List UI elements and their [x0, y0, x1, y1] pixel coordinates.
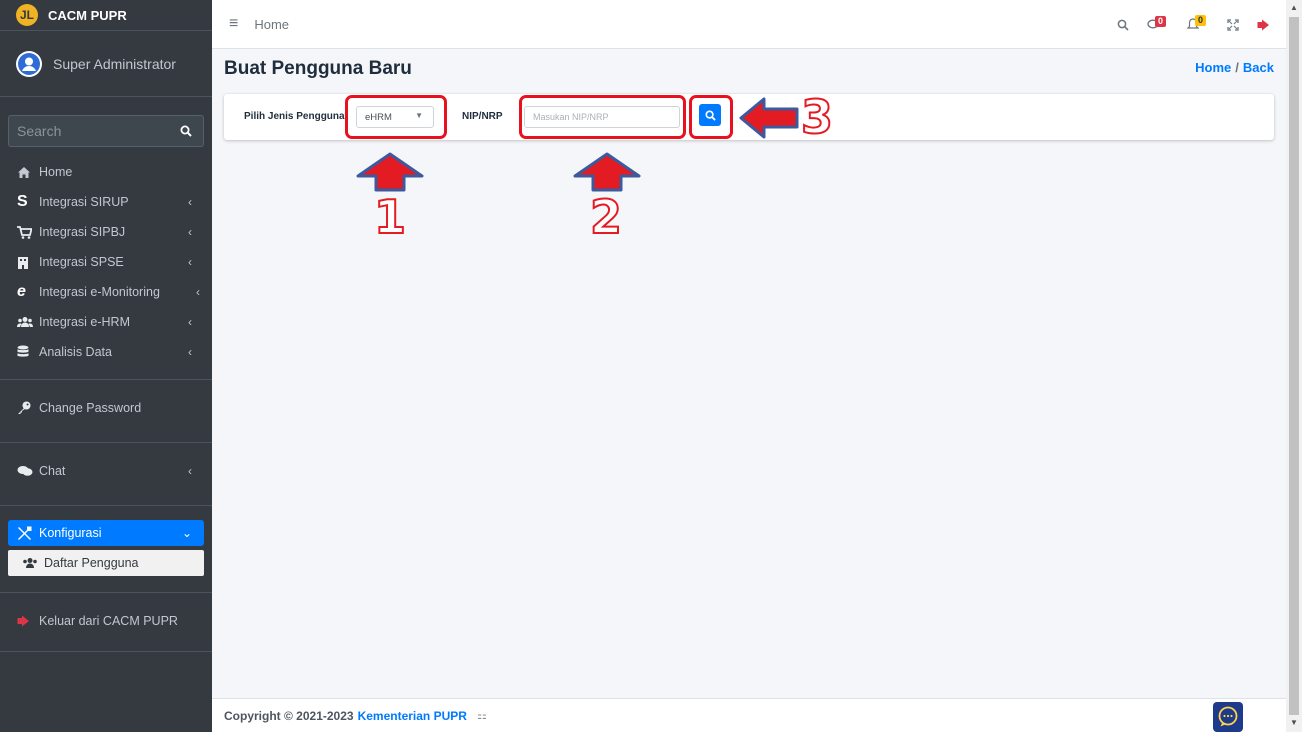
- jenis-pengguna-label: Pilih Jenis Pengguna: [244, 111, 345, 122]
- users-icon: [22, 557, 44, 569]
- sign-out-icon: [17, 615, 39, 627]
- top-navbar: ≡ Home 0 0: [212, 0, 1286, 49]
- user-name: Super Administrator: [53, 55, 176, 72]
- chevron-left-icon: ‹: [188, 315, 192, 329]
- sidebar-item-integrasi-sirup[interactable]: S Integrasi SIRUP ‹: [0, 187, 212, 217]
- breadcrumb-home-link[interactable]: Home: [1195, 60, 1231, 75]
- sidebar-item-integrasi-sipbj[interactable]: Integrasi SIPBJ ‹: [0, 217, 212, 247]
- sidebar-item-label: Integrasi SIPBJ: [39, 225, 126, 239]
- scroll-down-icon[interactable]: ▼: [1290, 718, 1298, 727]
- hamburger-menu-icon[interactable]: ≡: [229, 15, 238, 33]
- chevron-down-icon: ⌄: [181, 526, 192, 540]
- sidebar: JL CACM PUPR Super Administrator Home S …: [0, 0, 212, 732]
- dollar-icon: S: [17, 193, 28, 210]
- avatar: [16, 50, 42, 77]
- top-nav-icons: 0 0: [1117, 0, 1270, 49]
- browser-e-icon: e: [17, 283, 26, 300]
- brand-logo: JL: [16, 4, 38, 26]
- sidebar-item-integrasi-spse[interactable]: Integrasi SPSE ‹: [0, 247, 212, 277]
- sidebar-item-label: Analisis Data: [39, 345, 112, 359]
- breadcrumb: Home / Back: [1195, 60, 1274, 75]
- sidebar-item-label: Konfigurasi: [39, 526, 102, 540]
- footer: Copyright © 2021-2023 Kementerian PUPR ⚏: [212, 698, 1286, 732]
- chat-notification-icon[interactable]: 0: [1147, 15, 1169, 31]
- brand-title: CACM PUPR: [48, 7, 127, 23]
- footer-copyright: Copyright © 2021-2023: [224, 708, 354, 723]
- user-panel[interactable]: Super Administrator: [0, 31, 212, 97]
- sidebar-item-label: Home: [39, 165, 73, 179]
- sidebar-item-chat[interactable]: Chat ‹: [0, 455, 212, 487]
- sidebar-item-label: Integrasi e-HRM: [39, 315, 130, 329]
- chevron-left-icon: ‹: [196, 285, 200, 299]
- chevron-left-icon: ‹: [188, 225, 192, 239]
- sign-out-icon[interactable]: [1257, 19, 1270, 31]
- chat-bubble-icon: [1218, 706, 1238, 727]
- brand[interactable]: JL CACM PUPR: [0, 0, 212, 31]
- scroll-up-icon[interactable]: ▲: [1290, 3, 1298, 12]
- annotation-number-2: 2: [589, 189, 623, 245]
- user-avatar-icon: [18, 52, 40, 75]
- cart-icon: [17, 225, 39, 239]
- chat-count-badge: 0: [1155, 15, 1167, 27]
- sidebar-item-logout[interactable]: Keluar dari CACM PUPR: [0, 605, 212, 637]
- divider: [0, 442, 212, 443]
- annotation-highlight-search: [689, 95, 733, 139]
- key-icon: [17, 401, 39, 415]
- search-icon: [180, 125, 192, 137]
- sidebar-search-input[interactable]: [8, 115, 168, 147]
- annotation-highlight-select: [345, 95, 447, 139]
- sidebar-item-label: Integrasi e-Monitoring: [39, 285, 160, 299]
- scrollbar-thumb[interactable]: [1289, 17, 1299, 715]
- breadcrumb-separator: /: [1235, 60, 1239, 75]
- fullscreen-icon[interactable]: [1227, 18, 1239, 31]
- building-icon: [17, 256, 39, 269]
- sidebar-item-daftar-pengguna[interactable]: Daftar Pengguna: [8, 550, 204, 576]
- sidebar-item-konfigurasi[interactable]: Konfigurasi ⌄: [8, 520, 204, 546]
- annotation-arrow-up-2: [573, 152, 641, 192]
- chevron-left-icon: ‹: [188, 464, 192, 478]
- chat-widget-button[interactable]: [1213, 702, 1243, 732]
- sidebar-search: [8, 115, 204, 147]
- sidebar-item-analisis-data[interactable]: Analisis Data ‹: [0, 337, 212, 367]
- annotation-arrow-up-1: [356, 152, 424, 192]
- sidebar-item-label: Keluar dari CACM PUPR: [39, 614, 178, 628]
- sidebar-item-integrasi-e-hrm[interactable]: Integrasi e-HRM ‹: [0, 307, 212, 337]
- chevron-left-icon: ‹: [188, 255, 192, 269]
- page-scrollbar[interactable]: ▲ ▼: [1286, 0, 1302, 732]
- sidebar-search-button[interactable]: [168, 115, 204, 147]
- divider: [0, 505, 212, 506]
- annotation-arrow-left-3: [739, 97, 799, 139]
- footer-sitemap-icon: ⚏: [476, 710, 487, 722]
- bell-icon[interactable]: 0: [1187, 15, 1209, 31]
- page-title: Buat Pengguna Baru: [224, 58, 412, 79]
- divider: [0, 379, 212, 380]
- sidebar-item-label: Integrasi SIRUP: [39, 195, 129, 209]
- divider: [0, 592, 212, 593]
- divider: [0, 651, 212, 652]
- sidebar-item-label: Chat: [39, 464, 66, 478]
- comments-icon: [17, 465, 39, 477]
- chevron-left-icon: ‹: [188, 195, 192, 209]
- annotation-number-1: 1: [373, 189, 407, 245]
- annotation-highlight-nip: [519, 95, 686, 139]
- search-icon[interactable]: [1117, 19, 1129, 31]
- database-icon: [17, 345, 39, 359]
- sidebar-item-change-password[interactable]: Change Password: [0, 392, 212, 424]
- breadcrumb-back-link[interactable]: Back: [1243, 60, 1274, 75]
- chevron-left-icon: ‹: [188, 345, 192, 359]
- tools-icon: [17, 526, 39, 541]
- sidebar-item-label: Change Password: [39, 401, 142, 415]
- users-icon: [17, 316, 39, 328]
- sidebar-item-home[interactable]: Home: [0, 157, 212, 187]
- annotation-number-3: 3: [800, 89, 834, 145]
- sidebar-item-integrasi-e-monitoring[interactable]: e Integrasi e-Monitoring ‹: [0, 277, 212, 307]
- sidebar-item-label: Integrasi SPSE: [39, 255, 124, 269]
- top-nav-home-link[interactable]: Home: [254, 17, 289, 32]
- sidebar-item-label: Daftar Pengguna: [44, 556, 139, 570]
- home-icon: [17, 166, 39, 179]
- notification-count-badge: 0: [1195, 15, 1207, 26]
- footer-org-link[interactable]: Kementerian PUPR: [358, 709, 467, 723]
- nip-label: NIP/NRP: [462, 111, 503, 122]
